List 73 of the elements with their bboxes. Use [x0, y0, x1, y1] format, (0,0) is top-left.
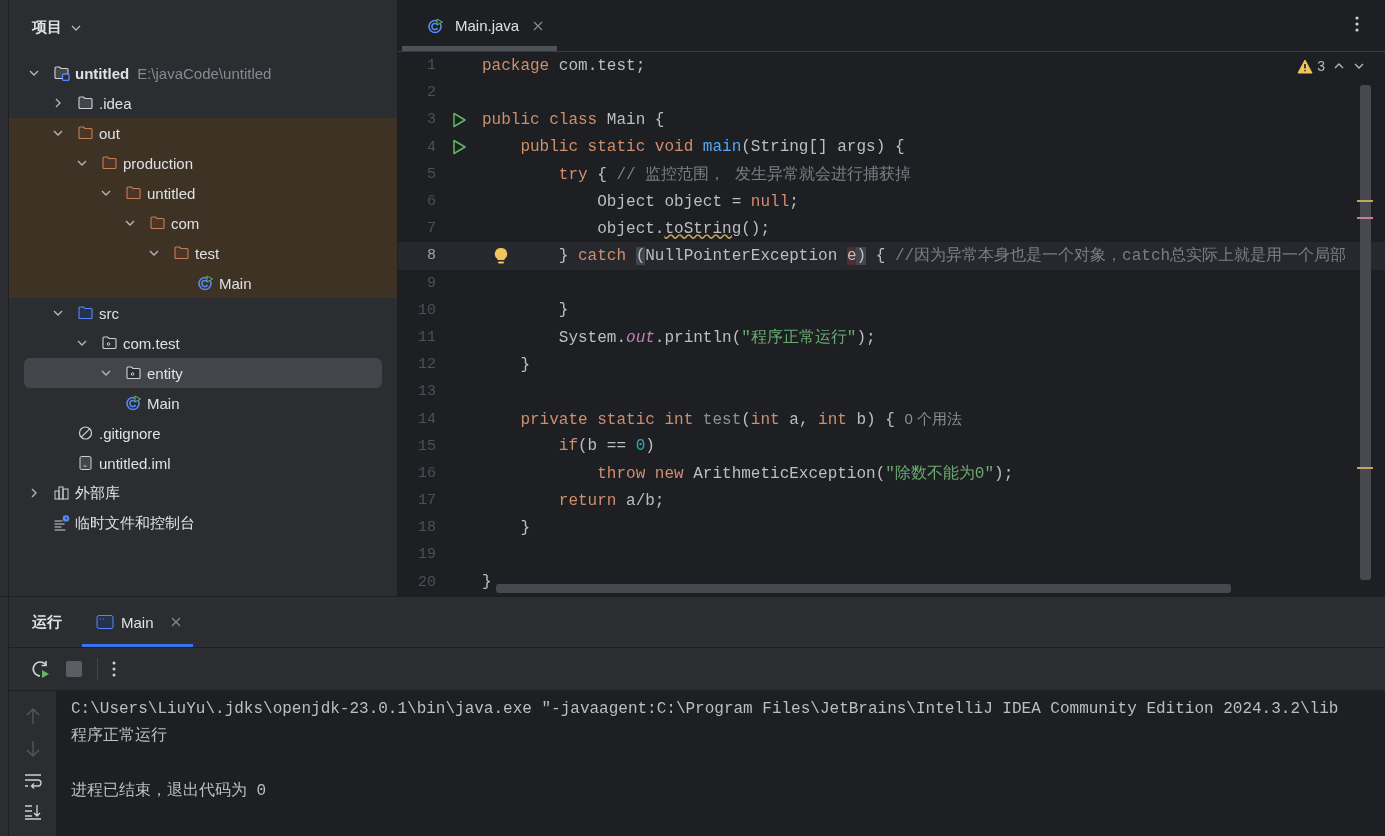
run-icon[interactable]: [451, 111, 467, 128]
editor-tab[interactable]: Main.java: [402, 0, 558, 51]
code-line: return a/b;: [557, 491, 665, 510]
close-icon[interactable]: [533, 20, 544, 31]
code-line: private static int test(int a, int b) { 0 个用法: [519, 409, 962, 429]
class-icon: [427, 17, 444, 34]
code-line: }: [519, 355, 530, 374]
folder-icon: [77, 95, 94, 111]
package-icon: [101, 335, 118, 351]
tree-item[interactable]: 临时文件和控制台: [24, 508, 382, 538]
tree-item[interactable]: 外部库: [24, 478, 382, 508]
panel-title: 运行: [32, 612, 62, 632]
file-icon: [77, 455, 94, 471]
scrollbar[interactable]: [496, 584, 1231, 593]
tree-item[interactable]: .gitignore: [24, 418, 382, 448]
code-line: Object object = null;: [596, 192, 799, 211]
soft-wrap-icon[interactable]: [23, 773, 42, 789]
tree-item[interactable]: Main: [24, 388, 382, 418]
ignore-file-icon: [77, 425, 94, 441]
tree-item[interactable]: untitled.iml: [24, 448, 382, 478]
folder-icon: [149, 215, 166, 231]
code-line: if(b == 0): [557, 437, 655, 456]
scratch-icon: [53, 515, 70, 531]
more-icon[interactable]: [112, 661, 116, 677]
tree-item[interactable]: com: [9, 208, 397, 238]
tree-item[interactable]: out: [9, 118, 397, 148]
warning-icon: [1297, 58, 1314, 74]
tree-item[interactable]: .idea: [24, 88, 382, 118]
code-line: System.out.println("程序正常运行");: [557, 327, 876, 348]
rerun-icon[interactable]: [31, 659, 51, 679]
path-hint: E:\javaCode\untitled: [137, 64, 272, 82]
tree-item[interactable]: untitled: [9, 178, 397, 208]
package-icon: [125, 365, 142, 381]
tree-item[interactable]: production: [9, 148, 397, 178]
scrollbar[interactable]: [1360, 85, 1371, 580]
tree-item[interactable]: src: [24, 298, 382, 328]
scroll-to-end-icon[interactable]: [23, 804, 42, 820]
console-line: 程序正常运行: [71, 725, 168, 748]
tree-item[interactable]: Main: [9, 268, 397, 298]
folder-icon: [125, 185, 142, 201]
line-number: 8: [426, 247, 436, 265]
code-line: }: [481, 573, 492, 592]
library-icon: [53, 485, 70, 501]
folder-icon: [173, 245, 190, 261]
code-line: }: [519, 518, 530, 537]
lightbulb-icon[interactable]: [494, 247, 508, 266]
console-line: C:\Users\LiuYu\.jdks\openjdk-23.0.1\bin\java.exe "-javaagent:C:\Program Files\JetBrains\IntelliJ IDEA Community Edition 2024.3.2\lib: [71, 699, 1340, 720]
code-line: }: [557, 301, 569, 320]
tree-item[interactable]: entity: [24, 358, 382, 388]
warning-count[interactable]: 3: [1297, 58, 1325, 74]
code-line: object.toString();: [596, 219, 771, 238]
close-icon[interactable]: [170, 617, 181, 627]
more-icon[interactable]: [1355, 16, 1359, 32]
folder-icon: [101, 155, 118, 171]
code-line: public class Main {: [481, 110, 665, 129]
tree-item[interactable]: com.test: [24, 328, 382, 358]
module-folder-icon: [53, 65, 70, 81]
code-line: throw new ArithmeticException("除数不能为0");: [596, 463, 1014, 484]
panel-title[interactable]: 项目: [32, 18, 62, 37]
code-line: try { // 监控范围， 发生异常就会进行捕获掉: [557, 164, 911, 185]
folder-icon: [77, 125, 94, 141]
code-line: } catch (NullPointerException e) { //因为异常本身也是一个对象，catch总实际上就是用一个局部: [557, 245, 1347, 267]
console-line: 进程已结束，退出代码为 0: [71, 780, 268, 802]
tree-item[interactable]: untitled E:\javaCode\untitled: [24, 58, 382, 88]
console-icon: [96, 614, 114, 630]
run-tab[interactable]: Main: [82, 597, 193, 647]
folder-icon: [77, 305, 94, 321]
run-icon[interactable]: [451, 139, 467, 156]
class-icon: [197, 275, 214, 291]
class-icon: [125, 395, 142, 411]
tree-item[interactable]: test: [9, 238, 397, 268]
code-line: package com.test;: [481, 56, 646, 75]
code-line: public static void main(String[] args) {: [519, 138, 905, 157]
